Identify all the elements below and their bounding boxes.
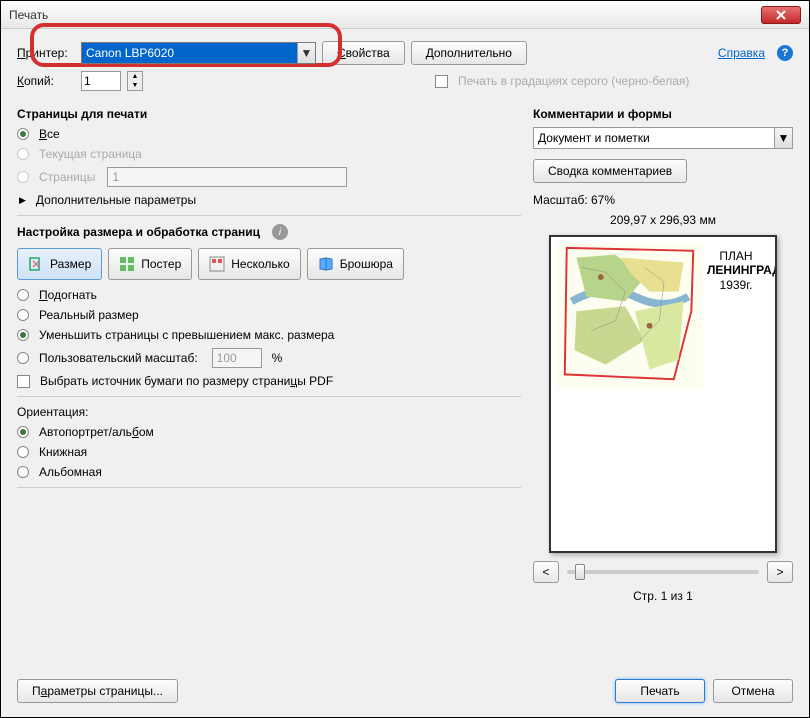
pct-label: % — [272, 351, 283, 365]
copies-spinner[interactable]: ▲▼ — [127, 71, 143, 91]
grayscale-label: Печать в градациях серого (черно-белая) — [458, 74, 689, 88]
caret-right-icon: ▶ — [19, 195, 26, 206]
copies-input[interactable] — [81, 71, 121, 91]
radio-current-label: Текущая страница — [39, 147, 142, 161]
radio-orient-portrait[interactable] — [17, 446, 29, 458]
comments-selected: Документ и пометки — [538, 131, 650, 145]
titlebar: Печать — [1, 1, 809, 29]
custom-scale-input — [212, 348, 262, 368]
more-params[interactable]: Дополнительные параметры — [36, 193, 196, 207]
copies-label: Копий: — [17, 74, 75, 88]
radio-all-label: Все — [39, 127, 60, 141]
range-input — [107, 167, 347, 187]
printer-label: Принтер: — [17, 46, 75, 60]
advanced-button[interactable]: Дополнительно — [411, 41, 527, 65]
multiple-icon — [209, 256, 225, 272]
window-title: Печать — [9, 8, 761, 22]
help-icon[interactable]: ? — [777, 45, 793, 61]
poster-icon — [119, 256, 135, 272]
print-button[interactable]: Печать — [615, 679, 705, 703]
chevron-down-icon: ▼ — [128, 81, 142, 90]
preview-dims: 209,97 x 296,93 мм — [533, 213, 793, 227]
printer-select[interactable]: Canon LBP6020 ▼ — [81, 42, 316, 64]
radio-orient-landscape[interactable] — [17, 466, 29, 478]
radio-shrink-label: Уменьшить страницы с превышением макс. р… — [39, 328, 334, 342]
radio-orient-landscape-label: Альбомная — [39, 465, 102, 479]
orientation-title: Ориентация: — [17, 405, 521, 419]
help-link[interactable]: Справка — [718, 46, 765, 60]
radio-custom-label: Пользовательский масштаб: — [39, 351, 198, 365]
radio-shrink[interactable] — [17, 329, 29, 341]
preview-slider[interactable] — [567, 570, 759, 574]
radio-all[interactable] — [17, 128, 29, 140]
print-dialog: Печать Принтер: Canon LBP6020 ▼ Свойства… — [0, 0, 810, 718]
close-icon — [776, 10, 786, 20]
paper-source-checkbox[interactable] — [17, 375, 30, 388]
map-title: ПЛАН ЛЕНИНГРАДА 1939г. — [707, 249, 765, 292]
chevron-up-icon: ▲ — [128, 72, 142, 81]
grayscale-checkbox[interactable] — [435, 75, 448, 88]
preview-scale: Масштаб: 67% — [533, 193, 793, 207]
sizing-title: Настройка размера и обработка страниц — [17, 225, 260, 239]
pages-title: Страницы для печати — [17, 107, 521, 121]
radio-actual[interactable] — [17, 309, 29, 321]
radio-range — [17, 171, 29, 183]
map-preview-icon — [557, 243, 703, 389]
tab-multiple[interactable]: Несколько — [198, 248, 300, 280]
radio-custom[interactable] — [17, 352, 29, 364]
chevron-down-icon: ▼ — [774, 128, 792, 148]
radio-current — [17, 148, 29, 160]
close-button[interactable] — [761, 6, 801, 24]
comments-title: Комментарии и формы — [533, 107, 793, 121]
print-preview: ПЛАН ЛЕНИНГРАДА 1939г. — [549, 235, 777, 553]
radio-orient-auto[interactable] — [17, 426, 29, 438]
cancel-button[interactable]: Отмена — [713, 679, 793, 703]
page-setup-button[interactable]: Параметры страницы... — [17, 679, 178, 703]
tab-poster[interactable]: Постер — [108, 248, 192, 280]
preview-prev-button[interactable]: < — [533, 561, 559, 583]
preview-next-button[interactable]: > — [767, 561, 793, 583]
radio-fit-label: Подогнать — [39, 288, 97, 302]
radio-orient-portrait-label: Книжная — [39, 445, 87, 459]
tab-size[interactable]: Размер — [17, 248, 102, 280]
radio-range-label: Страницы — [39, 170, 95, 184]
radio-actual-label: Реальный размер — [39, 308, 139, 322]
comments-summary-button[interactable]: Сводка комментариев — [533, 159, 687, 183]
printer-selected: Canon LBP6020 — [86, 46, 174, 60]
comments-select[interactable]: Документ и пометки ▼ — [533, 127, 793, 149]
chevron-down-icon: ▼ — [297, 43, 315, 63]
tab-booklet[interactable]: Брошюра — [307, 248, 404, 280]
radio-orient-auto-label: Автопортрет/альбом — [39, 425, 154, 439]
size-icon — [28, 256, 44, 272]
booklet-icon — [318, 256, 334, 272]
slider-thumb[interactable] — [575, 564, 585, 580]
page-info: Стр. 1 из 1 — [533, 589, 793, 603]
properties-button[interactable]: Свойства — [322, 41, 405, 65]
radio-fit[interactable] — [17, 289, 29, 301]
paper-source-label: Выбрать источник бумаги по размеру стран… — [40, 374, 333, 388]
info-icon[interactable]: i — [272, 224, 288, 240]
